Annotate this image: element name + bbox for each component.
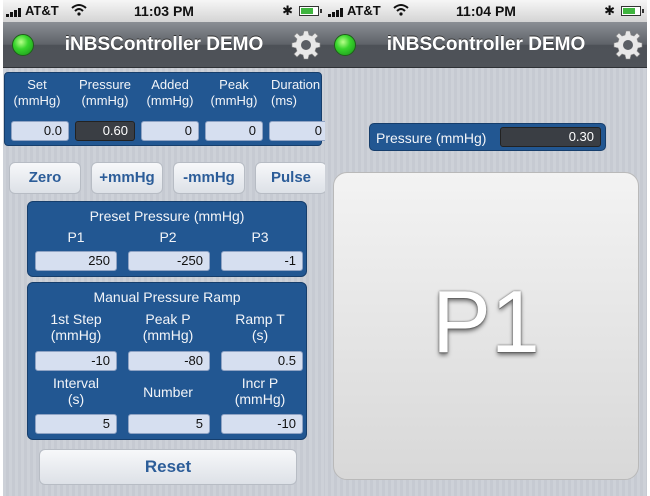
zero-button[interactable]: Zero (9, 162, 81, 194)
preset-p2-label: P2 (159, 229, 177, 245)
interval-label: Interval (s) (53, 375, 99, 407)
pressure-field: 0.30 (500, 127, 601, 147)
right-screen: AT&T 11:04 PM ✱ iNBSController DEMO Pres… (325, 0, 647, 496)
battery-icon (299, 6, 322, 16)
peak-p-label: Peak P (mmHg) (142, 311, 194, 343)
nav-bar: iNBSController DEMO (3, 22, 325, 68)
number-field[interactable]: 5 (128, 414, 210, 434)
pressure-readout-panel: Pressure (mmHg) 0.30 (369, 123, 606, 151)
status-time: 11:03 PM (134, 3, 194, 19)
incr-p-field[interactable]: -10 (221, 414, 303, 434)
preset-panel: Preset Pressure (mmHg) P1 P2 P3 250 -250… (27, 201, 307, 277)
preset-p1-label: P1 (67, 229, 85, 245)
interval-field[interactable]: 5 (35, 414, 117, 434)
incr-p-label: Incr P (mmHg) (234, 375, 286, 407)
peak-p-field[interactable]: -80 (128, 351, 210, 371)
preset-p1-field[interactable]: 250 (35, 251, 117, 271)
nav-bar: iNBSController DEMO (325, 22, 647, 68)
ramp-t-field[interactable]: 0.5 (221, 351, 303, 371)
nav-title: iNBSController DEMO (386, 34, 586, 55)
bluetooth-icon: ✱ (604, 3, 615, 18)
pulse-button[interactable]: Pulse (255, 162, 325, 194)
number-label: Number (143, 384, 193, 400)
preset-p1-pad[interactable]: P1 (333, 172, 639, 480)
reset-button[interactable]: Reset (39, 449, 297, 485)
battery-icon (621, 6, 644, 16)
peak-field: 0 (205, 121, 263, 141)
plus-mmhg-button[interactable]: +mmHg (91, 162, 163, 194)
minus-mmhg-button[interactable]: -mmHg (173, 162, 245, 194)
first-step-label: 1st Step (mmHg) (50, 311, 102, 343)
added-field: 0 (141, 121, 199, 141)
pressure-label: Pressure (mmHg) (376, 130, 487, 146)
duration-label: Duration (ms) (271, 77, 321, 108)
preset-title: Preset Pressure (mmHg) (89, 208, 245, 224)
gear-icon[interactable] (611, 28, 645, 62)
ramp-t-label: Ramp T (s) (235, 311, 285, 343)
nav-title: iNBSController DEMO (64, 34, 264, 55)
gear-icon[interactable] (289, 28, 323, 62)
readout-panel: Set (mmHg) Pressure (mmHg) Added (mmHg) … (4, 72, 325, 146)
peak-label: Peak (mmHg) (210, 77, 258, 108)
pressure-label: Pressure (mmHg) (78, 77, 132, 108)
bluetooth-icon: ✱ (282, 3, 293, 18)
ramp-title: Manual Pressure Ramp (93, 289, 241, 305)
added-label: Added (mmHg) (146, 77, 194, 108)
status-bar: AT&T 11:03 PM ✱ (3, 0, 325, 22)
set-label: Set (mmHg) (13, 77, 61, 108)
duration-field: 0 (269, 121, 325, 141)
status-bar: AT&T 11:04 PM ✱ (325, 0, 647, 22)
preset-p3-field[interactable]: -1 (221, 251, 303, 271)
set-field: 0.0 (11, 121, 69, 141)
left-screen: AT&T 11:03 PM ✱ iNBSController DEMO Set … (3, 0, 325, 496)
ramp-panel: Manual Pressure Ramp 1st Step (mmHg) Pea… (27, 282, 307, 440)
preset-p2-field[interactable]: -250 (128, 251, 210, 271)
preset-p3-label: P3 (251, 229, 269, 245)
status-time: 11:04 PM (456, 3, 516, 19)
pressure-field: 0.60 (75, 121, 135, 141)
pad-label: P1 (432, 272, 540, 371)
first-step-field[interactable]: -10 (35, 351, 117, 371)
